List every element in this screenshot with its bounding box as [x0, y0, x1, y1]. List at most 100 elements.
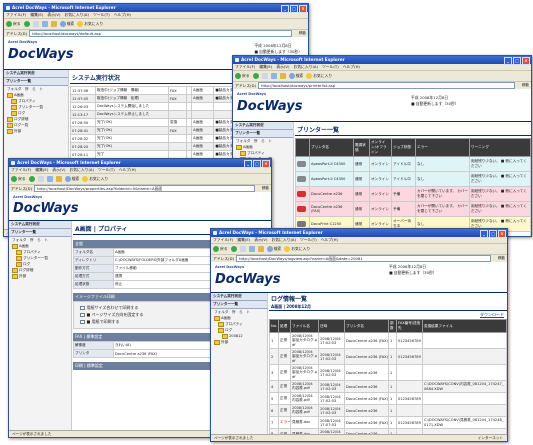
- menu-help[interactable]: ヘルプ(H): [114, 12, 131, 18]
- menu-tools[interactable]: ツール(T): [98, 167, 115, 173]
- table-row[interactable]: 6 正常 2008/12/04 内容書.pdf 2008/12/04 17:02:03…: [269, 404, 507, 417]
- search-button[interactable]: 検索: [266, 246, 281, 252]
- title-bar[interactable]: Acrel DocWays - Microsoft Internet Explo…: [9, 159, 271, 168]
- sidebar-header[interactable]: システム実行状況: [4, 70, 68, 78]
- forward-arrow-icon[interactable]: [23, 21, 30, 27]
- sidebar-item[interactable]: 外部: [211, 339, 267, 345]
- go-button[interactable]: 移動: [299, 31, 306, 36]
- back-button[interactable]: 戻る: [213, 246, 228, 252]
- go-button[interactable]: 移動: [262, 186, 269, 191]
- menu-help[interactable]: ヘルプ(H): [321, 237, 338, 243]
- search-button[interactable]: 検索: [64, 176, 79, 182]
- stop-icon[interactable]: [37, 176, 44, 182]
- menu-tools[interactable]: ツール(T): [322, 64, 339, 70]
- checkbox-icon[interactable]: [80, 319, 85, 325]
- maximize-button[interactable]: □: [290, 5, 298, 13]
- download-link[interactable]: ダウンロード: [269, 311, 507, 319]
- title-bar[interactable]: Acrel DocWays - Microsoft Internet Explo…: [4, 4, 308, 13]
- stop-icon[interactable]: [261, 73, 268, 79]
- menu-help[interactable]: ヘルプ(H): [119, 167, 136, 173]
- menu-favorites[interactable]: お気に入り(A): [64, 12, 89, 18]
- table-row[interactable]: 3 正常 2008/12/04 製品カタログ.pdf 2008/12/04 17:02…: [269, 364, 507, 381]
- menu-view[interactable]: 表示(V): [276, 64, 289, 70]
- sidebar-printer-list[interactable]: プリンター一覧: [9, 229, 71, 237]
- minimize-button[interactable]: _: [281, 5, 289, 13]
- close-button[interactable]: ×: [498, 230, 506, 238]
- sidebar-header[interactable]: システム実行状況: [211, 293, 267, 301]
- back-button[interactable]: 戻る: [235, 73, 250, 79]
- checkbox-icon[interactable]: [80, 305, 85, 311]
- sidebar-printer-list[interactable]: プリンター一覧: [233, 130, 293, 138]
- home-icon[interactable]: [279, 73, 286, 79]
- menu-edit[interactable]: 編集(E): [35, 167, 48, 173]
- sidebar-printer-list[interactable]: プリンター一覧: [211, 301, 267, 309]
- close-button[interactable]: ×: [262, 160, 270, 168]
- sidebar-header[interactable]: システム実行状況: [9, 221, 71, 229]
- search-button[interactable]: 検索: [288, 73, 303, 79]
- back-button[interactable]: 戻る: [6, 21, 21, 27]
- refresh-icon[interactable]: [46, 176, 53, 182]
- sidebar-item[interactable]: 外部: [9, 273, 71, 279]
- favorites-button[interactable]: お気に入り: [306, 73, 332, 79]
- menu-help[interactable]: ヘルプ(H): [343, 64, 360, 70]
- favorites-button[interactable]: お気に入り: [284, 246, 310, 252]
- table-row[interactable]: 1 正常 2008/12/04 製品カタログ.pdf 2008/12/04 17:02…: [269, 332, 507, 349]
- menu-tools[interactable]: ツール(T): [300, 237, 317, 243]
- table-row[interactable]: 7 エラー 見積書.doc 2008/12/04 17:07:03 DocuCentre…: [269, 416, 507, 429]
- maximize-button[interactable]: □: [489, 230, 497, 238]
- table-row[interactable]: 4 正常 2008/12/04 内容書.pdf 2008/12/04 17:02:03…: [269, 380, 507, 393]
- menu-view[interactable]: 表示(V): [254, 237, 267, 243]
- menu-file[interactable]: ファイル(F): [213, 237, 233, 243]
- go-button[interactable]: 移動: [522, 83, 529, 88]
- address-input[interactable]: http://localhost/DocWays/properties.asp?…: [34, 185, 255, 192]
- address-input[interactable]: http://localhost/docways/printerlist.asp: [258, 82, 515, 89]
- table-row[interactable]: ApeosPort-II C4300 通常 オンライン アイドル中 なし 用紙残り少ない。…: [295, 156, 531, 172]
- search-button[interactable]: 検索: [59, 21, 74, 27]
- close-button[interactable]: ×: [522, 57, 530, 65]
- menu-file[interactable]: ファイル(F): [6, 12, 26, 18]
- menu-file[interactable]: ファイル(F): [11, 167, 31, 173]
- back-button[interactable]: 戻る: [11, 176, 26, 182]
- refresh-icon[interactable]: [270, 73, 277, 79]
- menu-view[interactable]: 表示(V): [47, 12, 60, 18]
- sidebar-header[interactable]: システム実行状況: [233, 122, 293, 130]
- table-row[interactable]: 2 正常 2008/12/04 製品カタログ.pdf 2008/12/04 17:02…: [269, 348, 507, 365]
- maximize-button[interactable]: □: [253, 160, 261, 168]
- forward-arrow-icon[interactable]: [28, 176, 35, 182]
- menu-tools[interactable]: ツール(T): [93, 12, 110, 18]
- minimize-button[interactable]: _: [244, 160, 252, 168]
- title-bar[interactable]: Acrel DocWays - Microsoft Internet Explo…: [211, 229, 507, 238]
- home-icon[interactable]: [257, 246, 264, 252]
- menu-favorites[interactable]: お気に入り(A): [69, 167, 94, 173]
- maximize-button[interactable]: □: [513, 57, 521, 65]
- checkbox-icon[interactable]: [80, 312, 85, 318]
- title-bar[interactable]: Acrel DocWays - Microsoft Internet Explo…: [233, 56, 531, 65]
- favorites-button[interactable]: お気に入り: [82, 176, 108, 182]
- window-log-list[interactable]: Acrel DocWays - Microsoft Internet Explo…: [210, 228, 508, 442]
- forward-arrow-icon[interactable]: [230, 246, 237, 252]
- menu-edit[interactable]: 編集(E): [30, 12, 43, 18]
- sidebar-item[interactable]: 外部: [4, 128, 68, 134]
- table-row[interactable]: ApeosPort-II C4300 通常 オンライン アイドル中 なし 用紙残り少ない。…: [295, 171, 531, 187]
- menu-view[interactable]: 表示(V): [52, 167, 65, 173]
- menu-file[interactable]: ファイル(F): [235, 64, 255, 70]
- table-row[interactable]: DocuCentre a236 通常 オンライン 予備 カバーが開いています。 カバーを…: [295, 186, 531, 202]
- minimize-button[interactable]: _: [504, 57, 512, 65]
- home-icon[interactable]: [50, 21, 57, 27]
- menu-favorites[interactable]: お気に入り(A): [271, 237, 296, 243]
- menu-favorites[interactable]: お気に入り(A): [293, 64, 318, 70]
- forward-arrow-icon[interactable]: [252, 73, 259, 79]
- close-button[interactable]: ×: [299, 5, 307, 13]
- table-row[interactable]: 5 正常 2008/12/04 内容書.pdf 2008/12/04 17:02:03…: [269, 392, 507, 405]
- menu-edit[interactable]: 編集(E): [237, 237, 250, 243]
- stop-icon[interactable]: [239, 246, 246, 252]
- menu-edit[interactable]: 編集(E): [259, 64, 272, 70]
- stop-icon[interactable]: [32, 21, 39, 27]
- home-icon[interactable]: [55, 176, 62, 182]
- table-row[interactable]: DocuCentre a236 (FAX) 通常 オンライン 予備 カバーが開いています…: [295, 201, 531, 217]
- favorites-button[interactable]: お気に入り: [77, 21, 103, 27]
- address-input[interactable]: http://localhost/docways/default.asp: [29, 30, 292, 37]
- go-button[interactable]: 移動: [498, 256, 505, 261]
- sidebar-printer-list[interactable]: プリンター一覧: [4, 78, 68, 86]
- minimize-button[interactable]: _: [480, 230, 488, 238]
